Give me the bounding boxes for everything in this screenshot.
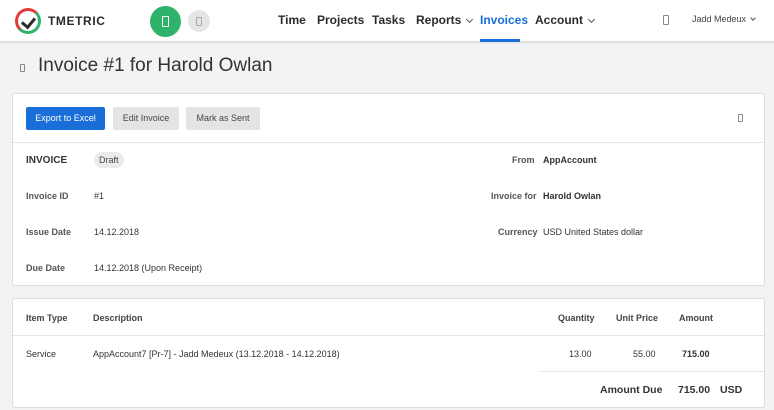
- invoice-for-value: Harold Owlan: [543, 191, 602, 201]
- currency-label: Currency: [498, 227, 538, 237]
- print-icon[interactable]: [738, 114, 743, 122]
- chevron-down-icon: [750, 15, 756, 21]
- row-item-type: Service: [26, 349, 57, 359]
- user-name: Jadd Medeux: [692, 14, 747, 24]
- nav-account[interactable]: Account: [535, 13, 596, 27]
- due-date-value: 14.12.2018 (Upon Receipt): [94, 263, 203, 273]
- issue-date-label: Issue Date: [26, 227, 72, 237]
- status-badge: Draft: [94, 152, 124, 168]
- active-nav-indicator: [480, 39, 520, 42]
- invoice-id-label: Invoice ID: [26, 191, 69, 201]
- nav-tasks[interactable]: Tasks: [372, 13, 405, 27]
- tmetric-logo-icon[interactable]: [15, 8, 41, 34]
- nav-invoices[interactable]: Invoices: [480, 13, 528, 27]
- nav-reports-label: Reports: [416, 13, 462, 27]
- nav-time[interactable]: Time: [278, 13, 306, 27]
- total-divider: [539, 371, 765, 372]
- col-unit-price: Unit Price: [616, 313, 659, 323]
- back-icon[interactable]: [20, 64, 25, 72]
- issue-date-value: 14.12.2018: [94, 227, 140, 237]
- start-timer-button[interactable]: [150, 6, 181, 37]
- from-value: AppAccount: [543, 155, 597, 165]
- edit-invoice-button[interactable]: Edit Invoice: [113, 107, 179, 130]
- invoice-details-card: Export to Excel Edit Invoice Mark as Sen…: [12, 93, 765, 286]
- col-description: Description: [93, 313, 143, 323]
- top-navbar: TMETRIC Time Projects Tasks Reports Invo…: [0, 0, 774, 42]
- amount-due-currency: USD: [720, 384, 743, 396]
- nav-account-label: Account: [535, 13, 583, 27]
- divider: [13, 335, 764, 336]
- export-to-excel-button[interactable]: Export to Excel: [26, 107, 105, 130]
- from-label: From: [512, 155, 535, 165]
- page-title: Invoice #1 for Harold Owlan: [38, 55, 273, 76]
- row-unit-price: 55.00: [633, 349, 656, 359]
- row-amount: 715.00: [682, 349, 710, 359]
- user-menu[interactable]: Jadd Medeux: [692, 14, 756, 24]
- chevron-down-icon: [587, 15, 596, 24]
- currency-value: USD United States dollar: [543, 227, 644, 237]
- invoice-id-value: #1: [94, 191, 105, 201]
- invoice-heading: INVOICE: [26, 155, 68, 166]
- divider: [13, 142, 764, 143]
- brand-name[interactable]: TMETRIC: [48, 14, 106, 28]
- col-quantity: Quantity: [558, 313, 595, 323]
- mark-as-sent-button[interactable]: Mark as Sent: [186, 107, 260, 130]
- invoice-for-label: Invoice for: [491, 191, 537, 201]
- row-quantity: 13.00: [569, 349, 592, 359]
- chevron-down-icon: [466, 15, 474, 24]
- amount-due-label: Amount Due: [600, 384, 663, 396]
- due-date-label: Due Date: [26, 263, 66, 273]
- col-amount: Amount: [679, 313, 713, 323]
- nav-projects[interactable]: Projects: [317, 13, 364, 27]
- nav-reports[interactable]: Reports: [416, 13, 474, 27]
- invoice-items-card: Item Type Description Quantity Unit Pric…: [12, 298, 765, 408]
- amount-due-value: 715.00: [678, 384, 711, 396]
- mobile-app-icon[interactable]: [663, 15, 669, 25]
- row-description: AppAccount7 [Pr-7] - Jadd Medeux (13.12.…: [93, 349, 340, 359]
- timer-options-button[interactable]: [188, 10, 210, 32]
- col-item-type: Item Type: [26, 313, 68, 323]
